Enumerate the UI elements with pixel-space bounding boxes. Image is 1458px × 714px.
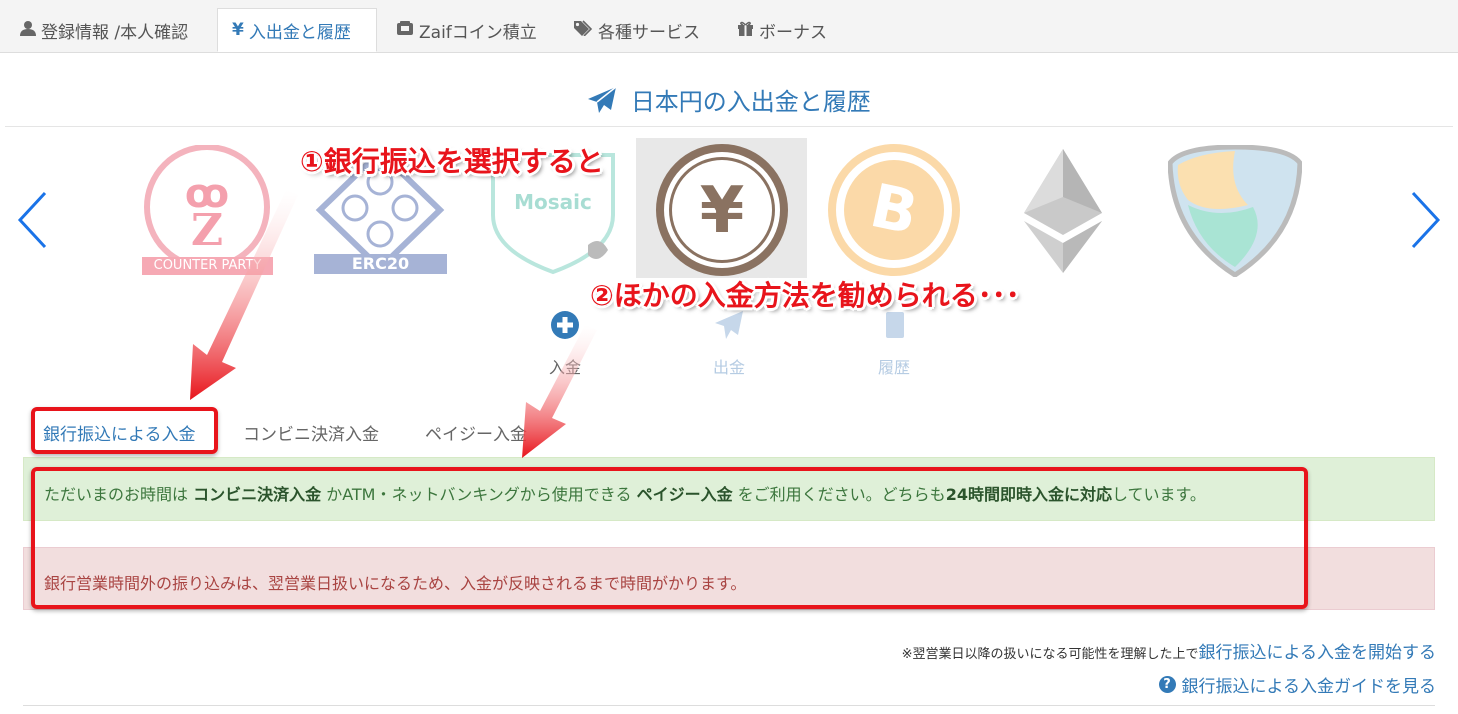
annotation-step1: ①銀行振込を選択すると [300, 145, 604, 178]
arrow-to-bank-tab [190, 190, 298, 400]
arrow-to-alerts [522, 325, 597, 458]
annotation-arrows [190, 190, 597, 458]
annotation-step2: ②ほかの入金方法を勧められる･･･ [590, 279, 1020, 312]
